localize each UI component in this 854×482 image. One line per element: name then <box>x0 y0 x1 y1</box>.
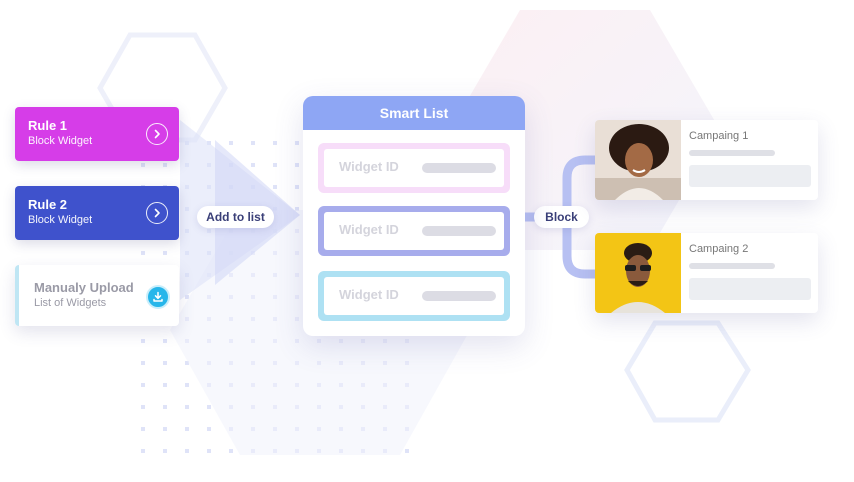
rule-1-card[interactable]: Rule 1 Block Widget <box>15 107 179 161</box>
chevron-right-icon[interactable] <box>146 202 168 224</box>
placeholder-bar <box>689 150 775 156</box>
placeholder-bar <box>422 163 496 173</box>
placeholder-bar <box>689 278 811 300</box>
block-label: Block <box>534 206 589 228</box>
widget-row-3: Widget ID <box>318 271 510 321</box>
placeholder-bar <box>689 263 775 269</box>
chevron-right-icon[interactable] <box>146 123 168 145</box>
placeholder-bar <box>689 165 811 187</box>
add-to-list-label: Add to list <box>197 206 274 228</box>
manual-upload-card[interactable]: Manualy Upload List of Widgets <box>15 265 179 326</box>
download-icon[interactable] <box>146 285 170 309</box>
smart-list-panel: Smart List Widget ID Widget ID Widget ID <box>303 96 525 336</box>
placeholder-bar <box>422 226 496 236</box>
widget-id-label: Widget ID <box>339 287 399 302</box>
smart-list-title: Smart List <box>303 96 525 130</box>
campaign-2-card[interactable]: Campaing 2 <box>595 233 818 313</box>
widget-id-label: Widget ID <box>339 222 399 237</box>
campaign-1-photo <box>595 120 681 200</box>
widget-row-1: Widget ID <box>318 143 510 193</box>
campaign-2-name: Campaing 2 <box>689 243 749 255</box>
widget-id-label: Widget ID <box>339 159 399 174</box>
campaign-1-card[interactable]: Campaing 1 <box>595 120 818 200</box>
rule-2-card[interactable]: Rule 2 Block Widget <box>15 186 179 240</box>
campaign-1-name: Campaing 1 <box>689 130 749 142</box>
campaign-2-photo <box>595 233 681 313</box>
placeholder-bar <box>422 291 496 301</box>
widget-row-2: Widget ID <box>318 206 510 256</box>
